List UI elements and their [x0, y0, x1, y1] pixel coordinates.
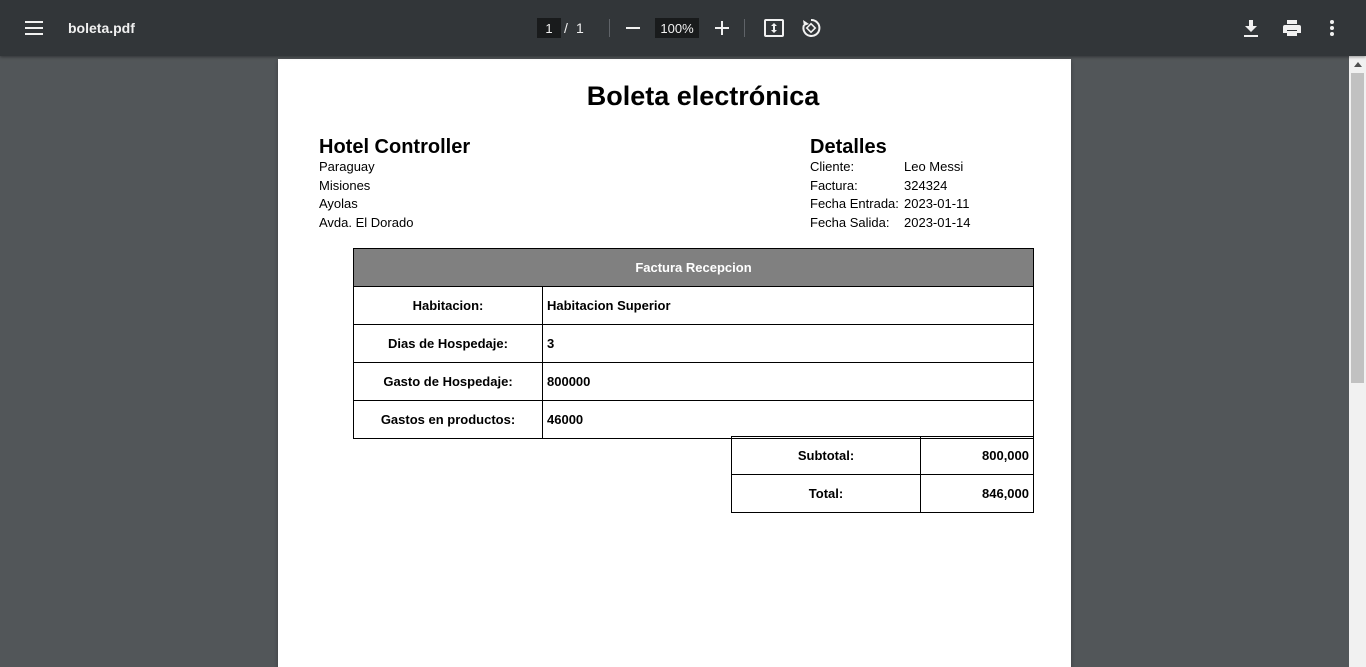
table-header-row: Factura Recepcion — [353, 248, 1034, 287]
print-icon — [1283, 20, 1301, 36]
totals-table: Subtotal: 800,000 Total: 846,000 — [731, 436, 1034, 513]
table-header: Factura Recepcion — [353, 248, 1034, 287]
page-number-input[interactable] — [537, 18, 561, 38]
zoom-in-button[interactable] — [706, 12, 738, 44]
row-label: Gasto de Hospedaje: — [353, 362, 543, 401]
pdf-toolbar: boleta.pdf / 1 — [0, 0, 1366, 56]
rotate-button[interactable] — [795, 12, 827, 44]
zoom-level-input[interactable] — [655, 18, 699, 38]
row-value: 800000 — [542, 362, 1034, 401]
address-line: Avda. El Dorado — [319, 215, 414, 230]
fit-page-icon — [764, 19, 784, 37]
more-options-button[interactable] — [1316, 12, 1348, 44]
download-button[interactable] — [1235, 12, 1267, 44]
address-line: Paraguay — [319, 159, 375, 174]
total-label: Total: — [731, 474, 921, 513]
fit-page-button[interactable] — [758, 12, 790, 44]
table-row: Habitacion: Habitacion Superior — [353, 286, 1034, 325]
detail-label: Fecha Salida: — [810, 215, 890, 230]
subtotal-value: 800,000 — [920, 436, 1034, 475]
page-separator: / — [564, 20, 568, 36]
address-line: Misiones — [319, 178, 371, 193]
table-row: Gasto de Hospedaje: 800000 — [353, 362, 1034, 401]
print-button[interactable] — [1276, 12, 1308, 44]
total-value: 846,000 — [920, 474, 1034, 513]
detail-label: Fecha Entrada: — [810, 196, 899, 211]
detail-value: Leo Messi — [904, 159, 964, 174]
subtotal-label: Subtotal: — [731, 436, 921, 475]
detail-value: 324324 — [904, 178, 948, 193]
company-name: Hotel Controller — [319, 136, 471, 158]
total-row: Total: 846,000 — [731, 474, 1034, 513]
address-line: Ayolas — [319, 196, 358, 211]
toolbar-divider — [609, 19, 610, 37]
menu-icon — [25, 21, 43, 35]
row-value: Habitacion Superior — [542, 286, 1034, 325]
menu-button[interactable] — [18, 12, 50, 44]
scroll-thumb[interactable] — [1351, 73, 1364, 383]
subtotal-row: Subtotal: 800,000 — [731, 436, 1034, 475]
row-label: Dias de Hospedaje: — [353, 324, 543, 363]
row-value: 3 — [542, 324, 1034, 363]
zoom-in-icon — [715, 21, 729, 35]
scroll-up-button[interactable] — [1349, 56, 1366, 73]
detail-label: Cliente: — [810, 159, 855, 174]
page-count: 1 — [576, 20, 584, 36]
detail-value: 2023-01-11 — [904, 196, 970, 211]
scroll-up-arrow-icon — [1353, 62, 1362, 67]
row-label: Gastos en productos: — [353, 400, 543, 439]
pdf-page: Boleta electrónica Hotel Controller Para… — [278, 59, 1071, 667]
table-row: Dias de Hospedaje: 3 — [353, 324, 1034, 363]
detail-value: 2023-01-14 — [904, 215, 971, 230]
row-label: Habitacion: — [353, 286, 543, 325]
file-title: boleta.pdf — [68, 20, 135, 36]
row-value: 46000 — [542, 400, 1034, 439]
download-icon — [1244, 19, 1258, 37]
vertical-scrollbar[interactable] — [1349, 56, 1366, 667]
zoom-out-button[interactable] — [617, 12, 649, 44]
detail-label: Factura: — [810, 178, 858, 193]
details-heading: Detalles — [810, 136, 887, 158]
zoom-out-icon — [626, 27, 640, 29]
document-title: Boleta electrónica — [586, 81, 820, 111]
table-row: Gastos en productos: 46000 — [353, 400, 1034, 439]
rotate-icon — [802, 18, 821, 37]
toolbar-divider — [744, 19, 745, 37]
more-vert-icon — [1330, 20, 1334, 36]
invoice-table: Factura Recepcion Habitacion: Habitacion… — [353, 248, 1034, 439]
